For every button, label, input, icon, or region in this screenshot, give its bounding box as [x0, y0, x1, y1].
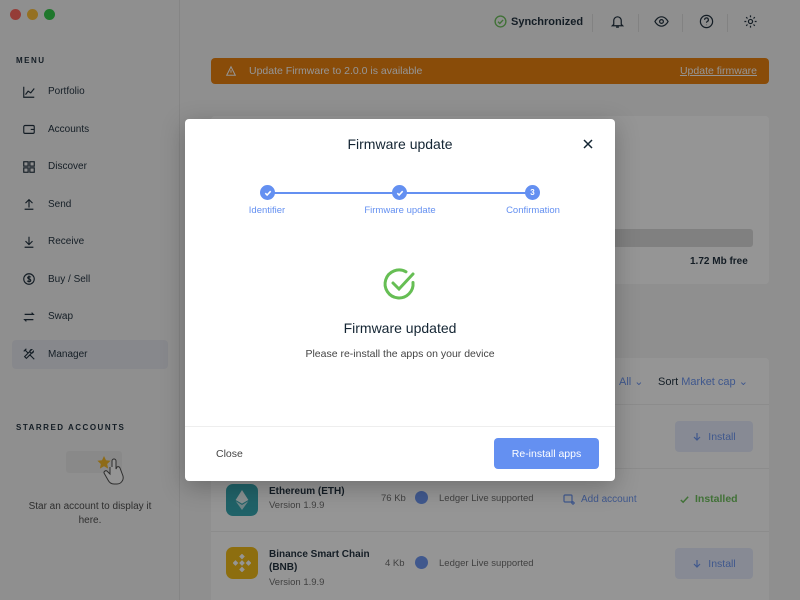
step-firmware-done	[392, 185, 407, 200]
close-button[interactable]: Close	[216, 448, 243, 460]
modal-title: Firmware update	[347, 136, 453, 152]
result-title: Firmware updated	[343, 320, 457, 336]
result-subtitle: Please re-install the apps on your devic…	[305, 348, 495, 360]
success-check-icon	[383, 268, 415, 300]
step-label: Firmware update	[364, 205, 436, 216]
modal-footer-divider	[185, 426, 615, 427]
step-identifier-done	[260, 185, 275, 200]
step-label: Identifier	[248, 205, 286, 216]
close-icon[interactable]	[581, 137, 595, 151]
step-label: Confirmation	[506, 205, 560, 216]
firmware-update-modal: Firmware update 3 Identifier Firmware up…	[185, 119, 615, 481]
reinstall-apps-button[interactable]: Re-install apps	[494, 438, 599, 469]
step-confirmation-current: 3	[525, 185, 540, 200]
check-icon	[264, 190, 271, 196]
check-icon	[396, 190, 403, 196]
